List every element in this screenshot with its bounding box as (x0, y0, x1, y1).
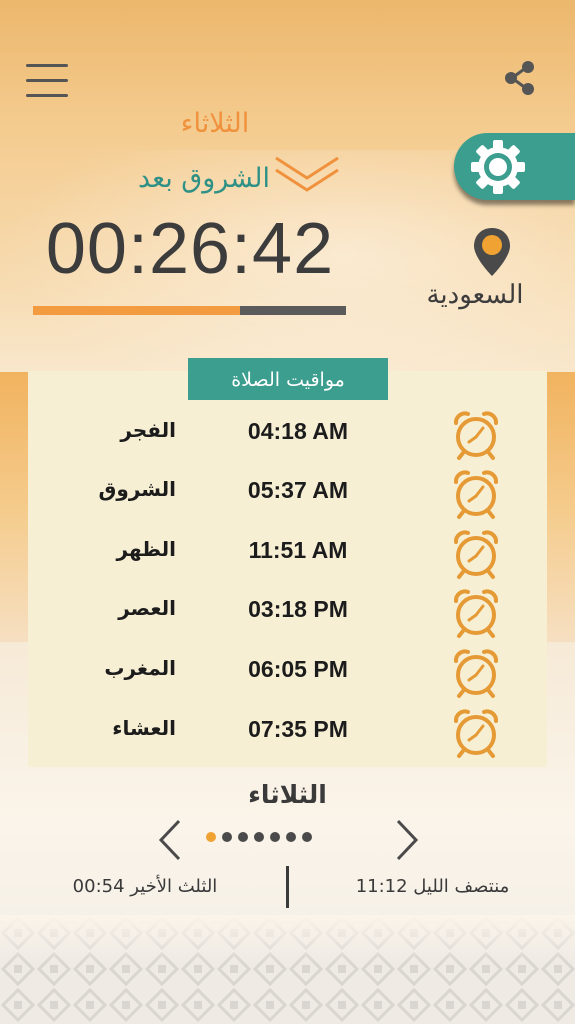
location-name[interactable]: السعودية (420, 280, 530, 310)
prayer-time: 07:35 PM (248, 716, 348, 742)
share-button[interactable] (500, 58, 540, 98)
alarm-clock-icon (454, 411, 498, 460)
alarm-clock-icon (454, 709, 498, 758)
alarm-clock-icon (454, 589, 498, 638)
prev-day-button[interactable] (155, 818, 185, 862)
alarm-toggle-button[interactable] (450, 528, 502, 580)
page-dot[interactable] (254, 832, 264, 842)
next-prayer-label: الشروق بعد (138, 163, 270, 194)
alarm-toggle-button[interactable] (450, 707, 502, 759)
next-day-button[interactable] (392, 818, 422, 862)
countdown-progress-bar (33, 306, 346, 315)
prayer-row: الظهر 11:51 AM (28, 523, 547, 583)
page-dot[interactable] (206, 832, 216, 842)
prayer-name: العصر (118, 596, 176, 620)
prayer-name: العشاء (112, 716, 176, 740)
background-band-right (545, 372, 575, 642)
page-dot[interactable] (286, 832, 296, 842)
alarm-clock-icon (454, 470, 498, 519)
alarm-toggle-button[interactable] (450, 647, 502, 699)
menu-icon-line (26, 64, 68, 67)
prayer-name: الظهر (116, 537, 177, 561)
gear-icon (471, 140, 525, 194)
prayer-time: 05:37 AM (247, 477, 349, 503)
page-dot[interactable] (238, 832, 248, 842)
page-dot[interactable] (222, 832, 232, 842)
prayer-times-header: مواقيت الصلاة (188, 358, 388, 400)
prayer-time: 06:05 PM (248, 656, 348, 682)
progress-fill (33, 306, 240, 315)
decorative-pattern (0, 915, 575, 1024)
footer-divider (286, 866, 289, 908)
prayer-row: العشاء 07:35 PM (28, 702, 547, 762)
background-band-left (0, 372, 30, 642)
alarm-clock-icon (454, 649, 498, 698)
location-pin-icon (474, 228, 510, 276)
menu-icon-line (26, 94, 68, 97)
prayer-row: العصر 03:18 PM (28, 582, 547, 642)
alarm-toggle-button[interactable] (450, 468, 502, 520)
page-dot[interactable] (302, 832, 312, 842)
prayer-time: 04:18 AM (247, 418, 349, 444)
prayer-row: الفجر 04:18 AM (28, 404, 547, 464)
countdown-timer: 00:26:42 (45, 209, 335, 289)
selected-day-label: الثلاثاء (248, 780, 327, 809)
prayer-row: الشروق 05:37 AM (28, 463, 547, 523)
alarm-toggle-button[interactable] (450, 587, 502, 639)
page-indicator (206, 832, 318, 846)
chevron-left-icon (158, 819, 181, 861)
prayer-time: 11:51 AM (248, 537, 348, 563)
prayer-name: الفجر (120, 418, 176, 442)
settings-button[interactable] (454, 133, 575, 200)
chevron-right-icon (396, 819, 419, 861)
menu-button[interactable] (26, 64, 68, 98)
prayer-name: المغرب (104, 656, 176, 680)
prayer-time: 03:18 PM (248, 596, 348, 622)
current-day-label: الثلاثاء (180, 108, 250, 139)
prayer-name: الشروق (98, 477, 176, 501)
midnight-time: منتصف الليل 11:12 (355, 876, 510, 897)
menu-icon-line (26, 79, 68, 82)
double-chevron-down-icon (275, 156, 339, 192)
alarm-clock-icon (454, 530, 498, 579)
last-third-time: الثلث الأخير 00:54 (72, 876, 218, 897)
alarm-toggle-button[interactable] (450, 409, 502, 461)
prayer-row: المغرب 06:05 PM (28, 642, 547, 702)
page-dot[interactable] (270, 832, 280, 842)
share-icon (505, 61, 534, 95)
